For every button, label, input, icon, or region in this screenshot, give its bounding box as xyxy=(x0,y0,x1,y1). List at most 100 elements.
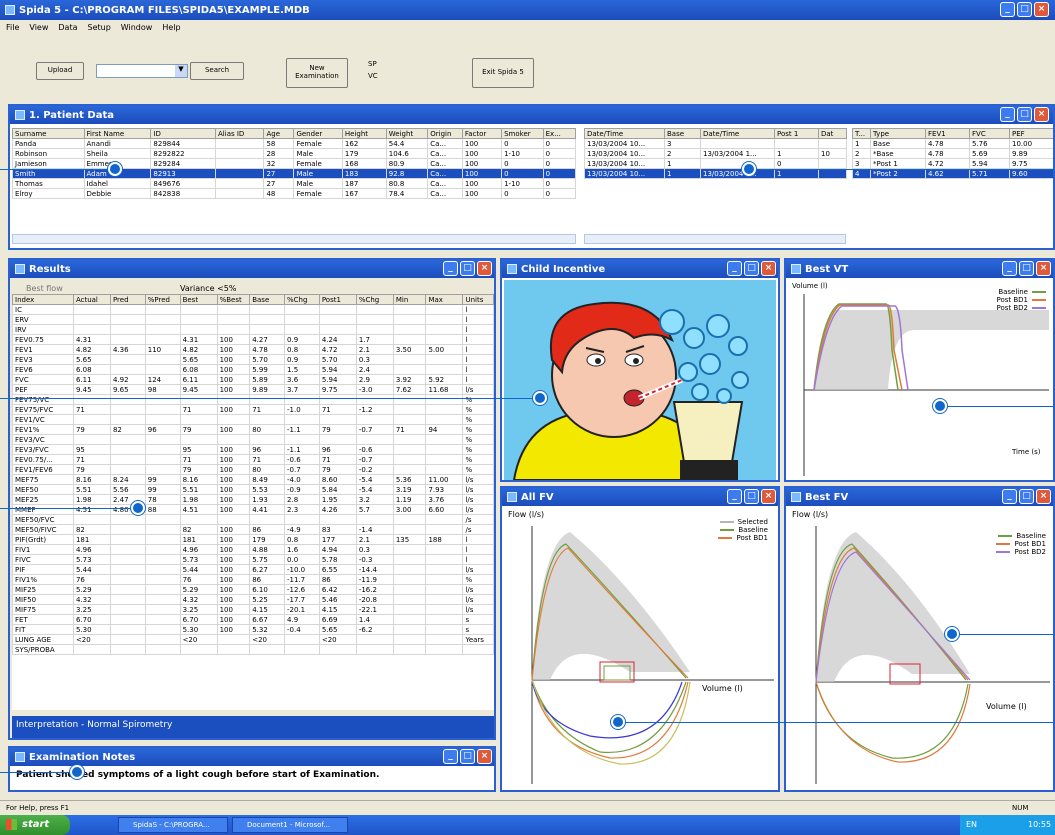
close-icon[interactable]: × xyxy=(1036,261,1051,276)
maximize-icon[interactable]: □ xyxy=(744,489,759,504)
minimize-icon[interactable]: _ xyxy=(1002,261,1017,276)
menu-file[interactable]: File xyxy=(6,23,19,33)
menu-view[interactable]: View xyxy=(29,23,48,33)
maximize-icon[interactable]: □ xyxy=(744,261,759,276)
column-header[interactable]: Age xyxy=(263,128,295,139)
table-row[interactable]: MIF25 5.29 5.29 100 6.10 -12.6 6.42 -16.2 l/s xyxy=(12,584,494,595)
close-icon[interactable]: × xyxy=(477,261,492,276)
table-row[interactable]: FIV1 4.96 4.96 100 4.88 1.6 4.94 0.3 l xyxy=(12,544,494,555)
minimize-icon[interactable]: _ xyxy=(1000,107,1015,122)
close-icon[interactable]: × xyxy=(1034,2,1049,17)
close-icon[interactable]: × xyxy=(1036,489,1051,504)
column-header[interactable]: Base xyxy=(664,128,701,139)
column-header[interactable]: Origin xyxy=(427,128,463,139)
table-row[interactable]: FEV3/VC% xyxy=(12,434,494,445)
table-row[interactable]: Smith Adam 82913 27 Male 183 92.8 Ca... 100 0 0 xyxy=(12,168,577,179)
minimize-icon[interactable]: _ xyxy=(727,261,742,276)
table-row[interactable]: FIT 5.30 5.30 100 5.32 -0.4 5.65 -6.2 s xyxy=(12,624,494,635)
maximize-icon[interactable]: □ xyxy=(1017,107,1032,122)
table-row[interactable]: 1 Base 4.78 5.76 10.00 xyxy=(852,138,1053,149)
table-row[interactable]: IC l xyxy=(12,304,494,315)
table-row[interactable]: FEV1% 79 82 96 79 100 80 -1.1 79 -0.7 71 94% xyxy=(12,424,494,435)
column-header[interactable]: %Chg xyxy=(355,294,394,305)
column-header[interactable]: Ex... xyxy=(542,128,577,139)
table-row[interactable]: FEV0.75/... 71 71 100 71 -0.6 71 -0.7% xyxy=(12,454,494,465)
table-row[interactable]: Panda Anandi 829844 58 Female 162 54.4 Ca... 100… xyxy=(12,138,577,149)
table-row[interactable]: MIF75 3.25 3.25 100 4.15 -20.1 4.15 -22.1 l/s xyxy=(12,604,494,615)
column-header[interactable]: Height xyxy=(341,128,387,139)
column-header[interactable]: %Best xyxy=(216,294,251,305)
table-row[interactable]: FEV1/FEV6 79 79 100 80 -0.7 79 -0.2% xyxy=(12,464,494,475)
table-row[interactable]: Robinson Sheila 8292822 28 Male 179 104.6 Ca...… xyxy=(12,148,577,159)
exit-spida-button[interactable]: Exit Spida 5 xyxy=(472,58,534,88)
maximize-icon[interactable]: □ xyxy=(460,749,475,764)
column-header[interactable]: Max xyxy=(425,294,464,305)
column-header[interactable]: Type xyxy=(870,128,926,139)
column-header[interactable]: PEF xyxy=(1009,128,1053,139)
minimize-icon[interactable]: _ xyxy=(443,261,458,276)
table-row[interactable]: PIF 5.44 5.44 100 6.27 -10.0 6.55 -14.4 l/s xyxy=(12,564,494,575)
table-row[interactable]: Thomas Idahel 849676 27 Male 187 80.8 Ca... 100 1… xyxy=(12,178,577,189)
table-row[interactable]: MEF50/FVC/s xyxy=(12,514,494,525)
column-header[interactable]: Post 1 xyxy=(774,128,819,139)
column-header[interactable]: T... xyxy=(852,128,871,139)
column-header[interactable]: Date/Time xyxy=(700,128,775,139)
search-button[interactable]: Search xyxy=(190,62,244,80)
table-row[interactable]: Elroy Debbie 842838 48 Female 167 78.4 Ca... 100… xyxy=(12,188,577,199)
search-dropdown[interactable]: ▼ xyxy=(96,64,188,78)
column-header[interactable]: ID xyxy=(150,128,217,139)
column-header[interactable]: %Chg xyxy=(284,294,320,305)
menu-setup[interactable]: Setup xyxy=(87,23,110,33)
new-examination-button[interactable]: New Examination xyxy=(286,58,348,88)
menu-data[interactable]: Data xyxy=(58,23,77,33)
close-icon[interactable]: × xyxy=(761,261,776,276)
table-row[interactable]: FEV3 5.65 5.65 100 5.70 0.9 5.70 0.3 l xyxy=(12,354,494,365)
table-row[interactable]: IRV l xyxy=(12,324,494,335)
column-header[interactable]: Min xyxy=(392,294,427,305)
table-row[interactable]: MEF75 8.16 8.24 99 8.16 100 8.49 -4.0 8.60 -5.4 5.… xyxy=(12,474,494,485)
exam-scrollbar[interactable] xyxy=(584,234,846,244)
table-row[interactable]: 3 *Post 1 4.72 5.94 9.75 xyxy=(852,158,1053,169)
column-header[interactable]: Actual xyxy=(72,294,111,305)
notes-textarea[interactable]: Patient showed symptoms of a light cough… xyxy=(16,770,486,780)
close-icon[interactable]: × xyxy=(1034,107,1049,122)
minimize-icon[interactable]: _ xyxy=(443,749,458,764)
table-row[interactable]: PIF(Grdt) 181 181 100 179 0.8 177 2.1 135 188 l xyxy=(12,534,494,545)
column-header[interactable]: Gender xyxy=(293,128,343,139)
table-row[interactable]: FEV75/VC% xyxy=(12,394,494,405)
column-header[interactable]: Post1 xyxy=(318,294,357,305)
table-row[interactable]: 2 *Base 4.78 5.69 9.89 xyxy=(852,148,1053,159)
table-row[interactable]: MMEF 4.51 4.80 88 4.51 100 4.41 2.3 4.26 5.7 3.00 6… xyxy=(12,504,494,515)
table-row[interactable]: Jamieson Emmes 829284 32 Female 168 80.9 Ca... 1… xyxy=(12,158,577,169)
table-row[interactable]: 13/03/2004 10... 1 0 xyxy=(584,158,847,169)
table-row[interactable]: 13/03/2004 10... 3 xyxy=(584,138,847,149)
table-row[interactable]: FEV0.75 4.31 4.31 100 4.27 0.9 4.24 1.7 l xyxy=(12,334,494,345)
taskbar-item-document[interactable]: Document1 - Microsof... xyxy=(232,817,348,833)
table-row[interactable]: FEV1 4.82 4.36 110 4.82 100 4.78 0.8 4.72 2.1 3.50… xyxy=(12,344,494,355)
column-header[interactable]: FEV1 xyxy=(925,128,970,139)
table-row[interactable]: FET 6.70 6.70 100 6.67 4.9 6.69 1.4 s xyxy=(12,614,494,625)
menu-window[interactable]: Window xyxy=(121,23,153,33)
column-header[interactable]: %Pred xyxy=(144,294,181,305)
column-header[interactable]: Alias ID xyxy=(215,128,265,139)
patient-scrollbar[interactable] xyxy=(12,234,576,244)
minimize-icon[interactable]: _ xyxy=(1002,489,1017,504)
table-row[interactable]: ERV l xyxy=(12,314,494,325)
table-row[interactable]: LUNG AGE <20 <20 <20 <20 Years xyxy=(12,634,494,645)
column-header[interactable]: Base xyxy=(249,294,286,305)
table-row[interactable]: 4 *Post 2 4.62 5.71 9.60 xyxy=(852,168,1053,179)
table-row[interactable]: 13/03/2004 10... 1 13/03/2004 1... 1 xyxy=(584,168,847,179)
column-header[interactable]: Pred xyxy=(109,294,146,305)
table-row[interactable]: PEF 9.45 9.65 98 9.45 100 9.89 3.7 9.75 -3.0 7.62 1… xyxy=(12,384,494,395)
upload-button[interactable]: Upload xyxy=(36,62,84,80)
table-row[interactable]: MEF50/FIVC 82 82 100 86 -4.9 83 -1.4/s xyxy=(12,524,494,535)
column-header[interactable]: Best xyxy=(179,294,218,305)
table-row[interactable]: MIF50 4.32 4.32 100 5.25 -17.7 5.46 -20.8 l/s xyxy=(12,594,494,605)
table-row[interactable]: 13/03/2004 10... 2 13/03/2004 1... 1 10 xyxy=(584,148,847,159)
chevron-down-icon[interactable]: ▼ xyxy=(175,65,187,77)
table-row[interactable]: FEV75/FVC 71 71 100 71 -1.0 71 -1.2% xyxy=(12,404,494,415)
table-row[interactable]: FEV1/VC% xyxy=(12,414,494,425)
menu-help[interactable]: Help xyxy=(162,23,180,33)
column-header[interactable]: Surname xyxy=(12,128,85,139)
column-header[interactable]: FVC xyxy=(969,128,1010,139)
